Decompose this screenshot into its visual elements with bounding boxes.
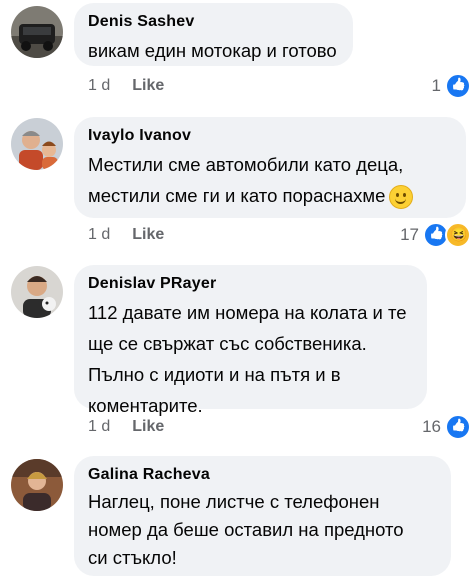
comment-bubble: Ivaylo Ivanov Местили сме автомобили кат… [74,117,466,218]
comment-timestamp[interactable]: 1 d [88,226,110,244]
comment-timestamp[interactable]: 1 d [88,418,110,436]
like-reaction-icon [445,414,471,440]
like-button[interactable]: Like [132,77,164,95]
reaction-summary[interactable]: 16 [422,414,471,440]
reaction-summary[interactable]: 17 [400,222,471,248]
comment-timestamp[interactable]: 1 d [88,77,110,95]
haha-reaction-icon [445,222,471,248]
reaction-count: 17 [400,225,419,244]
comment-text: 112 давате им номера на колата и те ще с… [88,302,407,416]
comment-actions: 1 d Like [88,418,164,436]
reaction-summary[interactable]: 1 [432,73,471,99]
slightly-smiling-face-icon [389,185,414,210]
comment-author[interactable]: Denislav PRayer [88,274,411,294]
like-button[interactable]: Like [132,226,164,244]
comment-bubble: Galina Racheva Наглец, поне листче с тел… [74,456,451,576]
reaction-count: 16 [422,417,441,436]
comment-actions: 1 d Like [88,77,164,95]
comment-actions: 1 d Like [88,226,164,244]
reaction-count: 1 [431,76,441,95]
avatar[interactable] [11,118,63,170]
comment-text: Наглец, поне листче с телефонен номер да… [88,491,404,568]
like-reaction-icon [445,73,471,99]
comment-author[interactable]: Galina Racheva [88,465,435,485]
comment-bubble: Denislav PRayer 112 давате им номера на … [74,265,427,416]
comment-bubble: Denis Sashev викам един мотокар и готово [74,3,353,66]
comment-text: Местили сме автомобили като деца, местил… [88,149,450,211]
comment-author[interactable]: Ivaylo Ivanov [88,126,450,146]
comment-author[interactable]: Denis Sashev [88,12,337,32]
avatar[interactable] [11,459,63,511]
avatar[interactable] [11,6,63,58]
avatar[interactable] [11,266,63,318]
like-button[interactable]: Like [132,418,164,436]
comment-text: викам един мотокар и готово [88,40,337,61]
